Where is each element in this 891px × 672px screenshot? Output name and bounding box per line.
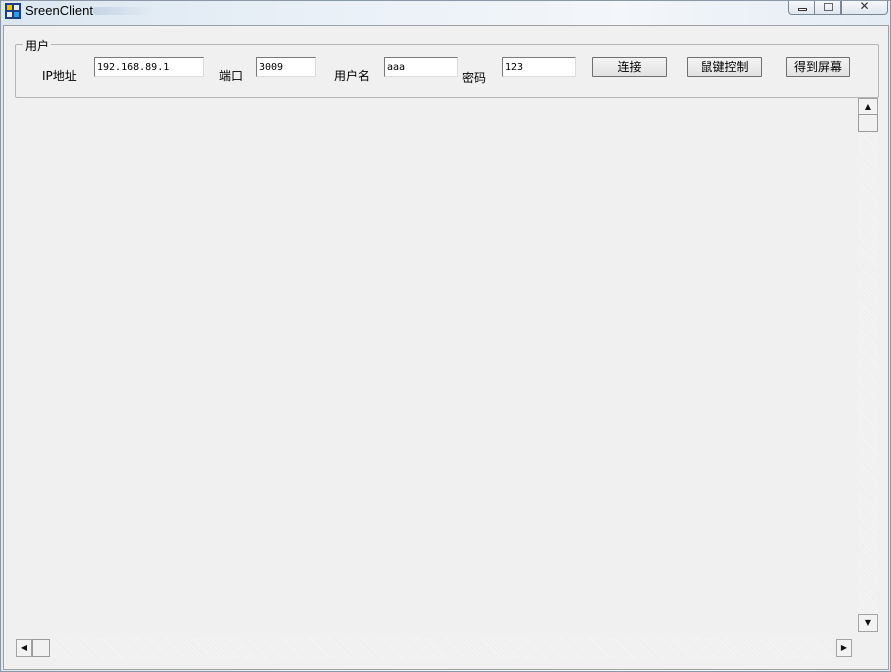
title-glass-reflection (93, 7, 153, 15)
minimize-icon (798, 8, 807, 11)
connect-button[interactable]: 连接 (592, 57, 667, 77)
app-icon (5, 3, 21, 19)
port-input[interactable] (256, 57, 316, 77)
horizontal-scroll-thumb[interactable] (32, 639, 50, 657)
port-label: 端口 (219, 69, 244, 83)
close-button[interactable]: ✕ (841, 0, 888, 15)
client-area: 用户 IP地址 端口 用户名 密码 连接 鼠键控制 得到屏幕 ▲ ▼ ◀ ▶ (3, 25, 889, 670)
ip-address-label: IP地址 (42, 69, 77, 83)
username-input[interactable] (384, 57, 458, 77)
user-groupbox: 用户 IP地址 端口 用户名 密码 连接 鼠键控制 得到屏幕 (15, 37, 879, 98)
scroll-right-arrow-icon[interactable]: ▶ (836, 639, 852, 657)
vertical-scrollbar[interactable]: ▲ ▼ (858, 98, 878, 632)
app-window: SreenClient ✕ 用户 IP地址 端口 用户名 密码 连接 鼠键控制 … (0, 0, 891, 672)
window-title: SreenClient (25, 3, 93, 18)
close-icon: ✕ (859, 0, 870, 13)
username-label: 用户名 (334, 69, 371, 83)
vertical-scroll-thumb[interactable] (858, 114, 878, 132)
horizontal-scrollbar[interactable]: ◀ ▶ (16, 638, 852, 658)
minimize-button[interactable] (788, 1, 815, 15)
groupbox-label: 用户 (23, 37, 52, 54)
title-bar[interactable]: SreenClient ✕ (1, 0, 890, 23)
password-input[interactable] (502, 57, 576, 77)
password-label: 密码 (462, 71, 487, 85)
scroll-left-arrow-icon[interactable]: ◀ (16, 639, 32, 657)
maximize-icon (824, 3, 833, 11)
mouse-keyboard-control-button[interactable]: 鼠键控制 (687, 57, 762, 77)
scroll-down-arrow-icon[interactable]: ▼ (858, 614, 878, 632)
get-screen-button[interactable]: 得到屏幕 (786, 57, 850, 77)
screen-display-area[interactable] (4, 98, 857, 639)
ip-address-input[interactable] (94, 57, 204, 77)
maximize-button[interactable] (814, 1, 841, 15)
